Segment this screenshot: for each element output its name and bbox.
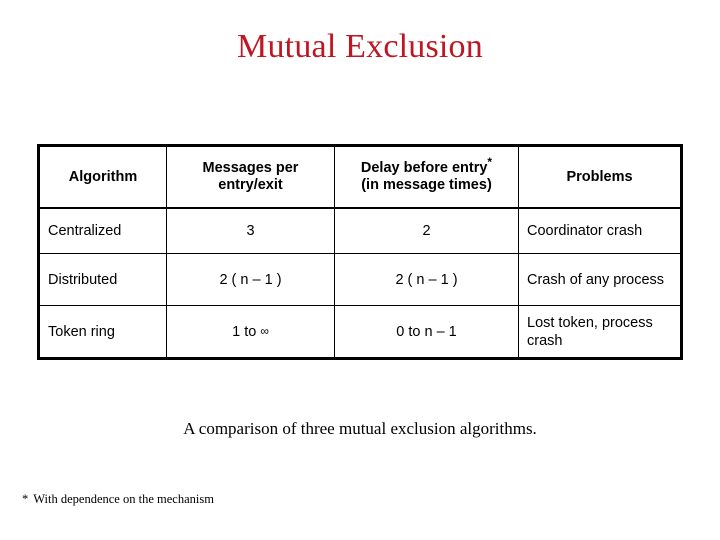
cell-problems: Coordinator crash (518, 207, 682, 254)
footnote: * With dependence on the mechanism (22, 491, 214, 507)
cell-problems: Crash of any process (518, 253, 682, 306)
cell-messages: 1 to ∞ (166, 305, 335, 359)
cell-delay: 0 to n – 1 (334, 305, 519, 359)
table-body: Centralized 3 2 Coordinator crash Distri… (38, 207, 682, 359)
comparison-table-container: Algorithm Messages per entry/exit Delay … (37, 144, 683, 360)
cell-problems: Lost token, process crash (518, 305, 682, 359)
footnote-label: With dependence on the mechanism (33, 492, 214, 506)
column-header-messages-line2: entry/exit (218, 177, 283, 193)
cell-delay: 2 (334, 207, 519, 254)
column-header-delay: Delay before entry* (in message times) (334, 145, 519, 209)
table-row: Distributed 2 ( n – 1 ) 2 ( n – 1 ) Cras… (38, 253, 682, 306)
column-header-messages: Messages per entry/exit (166, 145, 335, 209)
footnote-star-icon: * (22, 492, 29, 506)
table-header: Algorithm Messages per entry/exit Delay … (38, 145, 682, 209)
page-title: Mutual Exclusion (237, 28, 483, 65)
column-header-problems-label: Problems (566, 168, 633, 185)
column-header-messages-line1: Messages per (202, 160, 299, 176)
table-row: Centralized 3 2 Coordinator crash (38, 207, 682, 254)
table-caption: A comparison of three mutual exclusion a… (183, 419, 537, 438)
column-header-delay-line2: (in message times) (361, 177, 492, 193)
slide-canvas: { "slide": { "title": "Mutual Exclusion"… (0, 0, 720, 540)
column-header-algorithm: Algorithm (38, 145, 167, 209)
comparison-table: Algorithm Messages per entry/exit Delay … (37, 144, 683, 360)
footnote-marker-icon: * (487, 155, 493, 170)
cell-messages-prefix: 1 to (232, 324, 257, 340)
table-header-row: Algorithm Messages per entry/exit Delay … (38, 145, 682, 209)
column-header-delay-line1: Delay before entry (360, 160, 488, 176)
cell-messages: 3 (166, 207, 335, 254)
column-header-algorithm-label: Algorithm (68, 168, 138, 185)
column-header-problems: Problems (518, 145, 682, 209)
cell-delay: 2 ( n – 1 ) (334, 253, 519, 306)
cell-algorithm: Centralized (38, 207, 167, 254)
cell-messages: 2 ( n – 1 ) (166, 253, 335, 306)
table-row: Token ring 1 to ∞ 0 to n – 1 Lost token,… (38, 305, 682, 359)
cell-algorithm: Distributed (38, 253, 167, 306)
cell-algorithm: Token ring (38, 305, 167, 359)
infinity-icon: ∞ (260, 324, 269, 338)
